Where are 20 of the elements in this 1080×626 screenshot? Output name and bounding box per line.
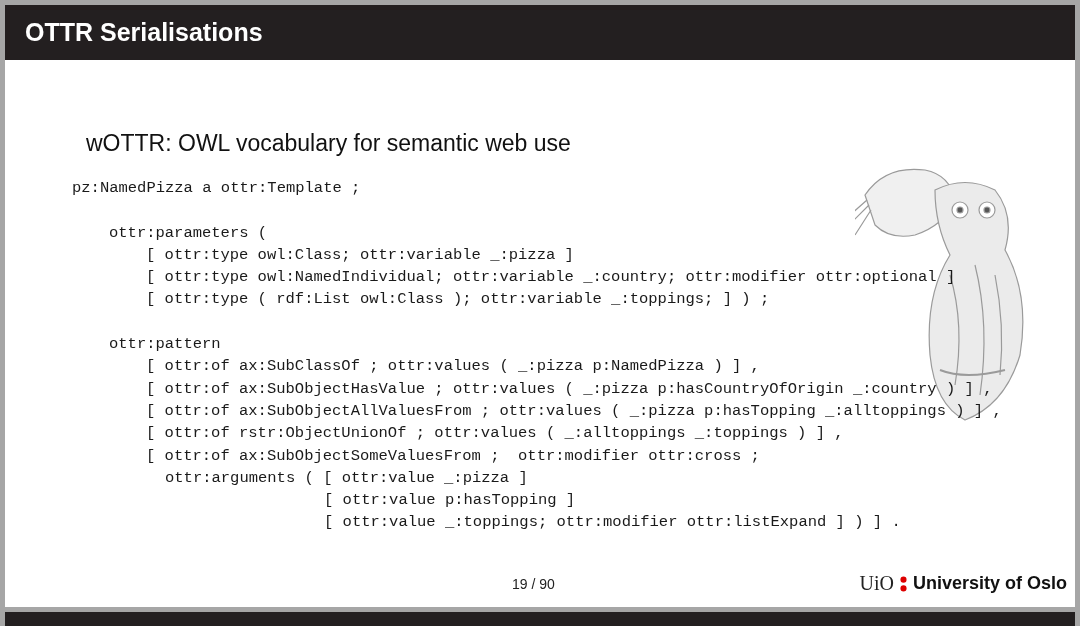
code-line: pz:NamedPizza a ottr:Template ; xyxy=(72,178,361,199)
code-line: [ ottr:of ax:SubClassOf ; ottr:values ( _:pizza p:NamedPizza ) ] , xyxy=(146,356,760,378)
code-line: [ ottr:of ax:SubObjectHasValue ; ottr:values ( _:pizza p:hasCountryOfOrigin _:country ) ] , xyxy=(146,378,993,400)
code-line: [ ottr:value _:toppings; ottr:modifier ottr:listExpand ] ) ] . xyxy=(324,512,901,534)
code-line: [ ottr:of ax:SubObjectSomeValuesFrom ; ottr:modifier ottr:cross ; xyxy=(146,445,760,467)
code-line: ottr:parameters ( xyxy=(109,222,268,244)
page-number: 19 / 90 xyxy=(512,575,555,592)
logo-dots-icon xyxy=(899,575,907,592)
logo-wordmark: UiO xyxy=(859,572,894,595)
code-line: [ ottr:value p:hasTopping ] xyxy=(324,490,576,512)
code-line: [ ottr:of rstr:ObjectUnionOf ; ottr:values ( _:alltoppings _:toppings ) ] , xyxy=(146,423,844,445)
code-line: [ ottr:of ax:SubObjectAllValuesFrom ; ottr:values ( _:pizza p:hasTopping _:alltoppings ) ] , xyxy=(146,400,1002,422)
code-line: ottr:arguments ( [ ottr:value _:pizza ] xyxy=(165,467,528,489)
code-line: [ ottr:type owl:NamedIndividual; ottr:variable _:country; ottr:modifier ottr:optional ] xyxy=(146,267,956,289)
code-line: ottr:pattern xyxy=(109,334,221,356)
code-line: [ ottr:type owl:Class; ottr:variable _:pizza ] xyxy=(146,244,574,266)
university-name: University of Oslo xyxy=(912,573,1067,594)
code-line: [ ottr:type ( rdf:List owl:Class ); ottr:variable _:toppings; ] ) ; xyxy=(146,289,770,311)
slide-subtitle: wOTTR: OWL vocabulary for semantic web use xyxy=(86,130,572,157)
slide-title: OTTR Serialisations xyxy=(25,18,263,47)
